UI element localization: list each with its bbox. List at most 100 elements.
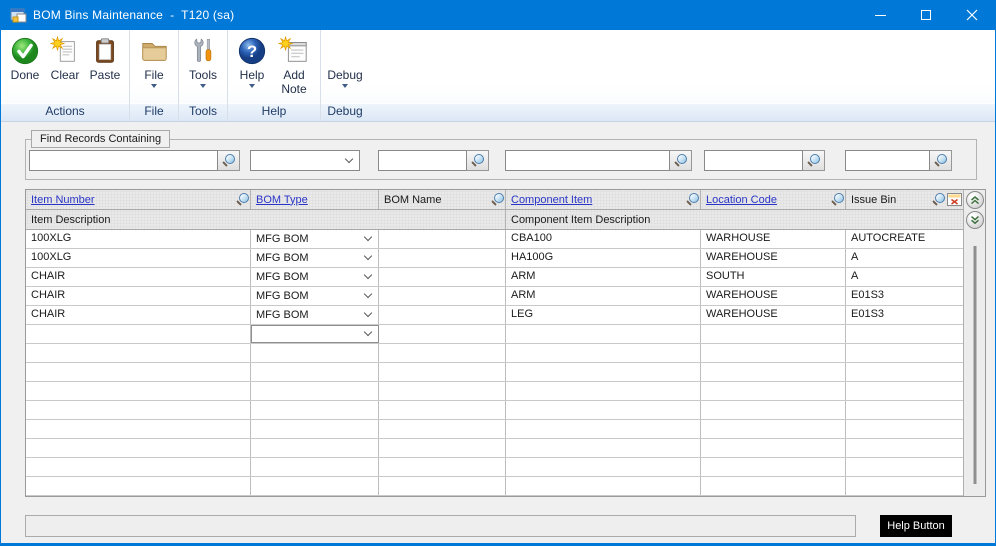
cell-issue-bin[interactable] — [846, 420, 963, 438]
table-row[interactable]: CHAIRMFG BOMARMSOUTHA — [26, 268, 963, 287]
cell-item-number[interactable] — [26, 439, 251, 457]
cell-issue-bin[interactable] — [846, 439, 963, 457]
cell-item-number[interactable]: 100XLG — [26, 249, 251, 267]
cell-location-code[interactable]: WARHOUSE — [701, 230, 846, 248]
entry-row[interactable] — [26, 325, 963, 344]
bom-type-select[interactable] — [251, 439, 379, 457]
cell-bom-name[interactable] — [379, 458, 506, 476]
cell-bom-name[interactable] — [379, 230, 506, 248]
cell-item-number[interactable]: CHAIR — [26, 306, 251, 324]
bom-type-select[interactable] — [251, 344, 379, 362]
cell-issue-bin[interactable] — [846, 477, 963, 495]
debug-button[interactable]: Debug — [326, 34, 364, 88]
bom-type-select[interactable]: MFG BOM — [251, 287, 379, 305]
find-item-number-input[interactable] — [29, 150, 218, 171]
find-location-code-input[interactable] — [704, 150, 803, 171]
cell-component-item[interactable]: ARM — [506, 287, 701, 305]
cell-location-code[interactable]: WAREHOUSE — [701, 306, 846, 324]
cell-component-item[interactable]: HA100G — [506, 249, 701, 267]
cell-issue-bin[interactable] — [846, 401, 963, 419]
cell-item-number[interactable] — [26, 458, 251, 476]
cell-issue-bin[interactable] — [846, 458, 963, 476]
cell-bom-name[interactable] — [379, 325, 506, 343]
cell-item-number[interactable]: 100XLG — [26, 230, 251, 248]
bom-type-select[interactable] — [251, 382, 379, 400]
cell-bom-name[interactable] — [379, 477, 506, 495]
cell-component-item[interactable] — [506, 325, 701, 343]
cell-component-item[interactable]: CBA100 — [506, 230, 701, 248]
titlebar[interactable]: BOM Bins Maintenance - T120 (sa) — [1, 0, 995, 30]
column-header-issue-bin[interactable]: Issue Bin — [846, 190, 963, 209]
sort-link-component-item[interactable]: Component Item — [511, 194, 592, 206]
cell-component-item[interactable] — [506, 420, 701, 438]
column-header-bom-name[interactable]: BOM Name — [379, 190, 506, 209]
empty-row[interactable] — [26, 439, 963, 458]
add-note-button[interactable]: Add Note — [273, 34, 315, 96]
cell-item-number[interactable]: CHAIR — [26, 287, 251, 305]
find-bom-name-input[interactable] — [378, 150, 467, 171]
empty-row[interactable] — [26, 363, 963, 382]
cell-bom-name[interactable] — [379, 306, 506, 324]
empty-row[interactable] — [26, 382, 963, 401]
collapse-detail-button[interactable] — [966, 191, 984, 209]
table-row[interactable]: 100XLGMFG BOMHA100GWAREHOUSEA — [26, 249, 963, 268]
cell-location-code[interactable] — [701, 382, 846, 400]
bom-type-select[interactable]: MFG BOM — [251, 249, 379, 267]
empty-row[interactable] — [26, 344, 963, 363]
cell-component-item[interactable] — [506, 439, 701, 457]
bom-type-select[interactable] — [251, 420, 379, 438]
cell-bom-name[interactable] — [379, 344, 506, 362]
bom-type-select[interactable] — [251, 363, 379, 381]
cell-location-code[interactable] — [701, 325, 846, 343]
bom-type-select[interactable]: MFG BOM — [251, 306, 379, 324]
find-component-item-input[interactable] — [505, 150, 670, 171]
column-header-component-item[interactable]: Component Item — [506, 190, 701, 209]
cell-bom-name[interactable] — [379, 249, 506, 267]
find-issue-bin-input[interactable] — [845, 150, 930, 171]
bom-type-select[interactable] — [251, 458, 379, 476]
cell-bom-name[interactable] — [379, 382, 506, 400]
cell-location-code[interactable]: SOUTH — [701, 268, 846, 286]
cell-component-item[interactable]: LEG — [506, 306, 701, 324]
bom-type-select[interactable] — [251, 325, 379, 343]
bom-type-select[interactable] — [251, 477, 379, 495]
maximize-button[interactable] — [903, 0, 949, 30]
column-header-item-number[interactable]: Item Number — [26, 190, 251, 209]
cell-location-code[interactable]: WAREHOUSE — [701, 287, 846, 305]
empty-row[interactable] — [26, 477, 963, 496]
help-menu-button[interactable]: ? Help — [233, 34, 271, 88]
cell-location-code[interactable] — [701, 401, 846, 419]
cell-component-item[interactable] — [506, 477, 701, 495]
bom-type-select[interactable] — [251, 401, 379, 419]
cell-issue-bin[interactable]: E01S3 — [846, 287, 963, 305]
help-button[interactable]: Help Button — [880, 515, 952, 537]
empty-row[interactable] — [26, 420, 963, 439]
cell-issue-bin[interactable] — [846, 325, 963, 343]
minimize-button[interactable] — [857, 0, 903, 30]
cell-component-item[interactable] — [506, 458, 701, 476]
cell-issue-bin[interactable]: AUTOCREATE — [846, 230, 963, 248]
sort-link-bom-type[interactable]: BOM Type — [256, 194, 308, 206]
cell-component-item[interactable] — [506, 401, 701, 419]
find-item-number-lookup-button[interactable] — [218, 150, 240, 171]
cell-location-code[interactable] — [701, 458, 846, 476]
column-header-location-code[interactable]: Location Code — [701, 190, 846, 209]
sort-link-location-code[interactable]: Location Code — [706, 194, 777, 206]
expansion-window-icon[interactable] — [947, 193, 962, 206]
cell-issue-bin[interactable] — [846, 363, 963, 381]
cell-item-number[interactable] — [26, 344, 251, 362]
find-location-code-lookup-button[interactable] — [803, 150, 825, 171]
cell-item-number[interactable] — [26, 325, 251, 343]
table-row[interactable]: 100XLGMFG BOMCBA100WARHOUSEAUTOCREATE — [26, 230, 963, 249]
cell-component-item[interactable] — [506, 382, 701, 400]
sort-link-item-number[interactable]: Item Number — [31, 194, 95, 206]
cell-item-number[interactable] — [26, 420, 251, 438]
table-row[interactable]: CHAIRMFG BOMLEGWAREHOUSEE01S3 — [26, 306, 963, 325]
cell-item-number[interactable] — [26, 363, 251, 381]
cell-location-code[interactable] — [701, 344, 846, 362]
tools-button[interactable]: Tools — [184, 34, 222, 88]
close-button[interactable] — [949, 0, 995, 30]
find-component-item-lookup-button[interactable] — [670, 150, 692, 171]
bom-type-select[interactable]: MFG BOM — [251, 268, 379, 286]
cell-issue-bin[interactable] — [846, 344, 963, 362]
